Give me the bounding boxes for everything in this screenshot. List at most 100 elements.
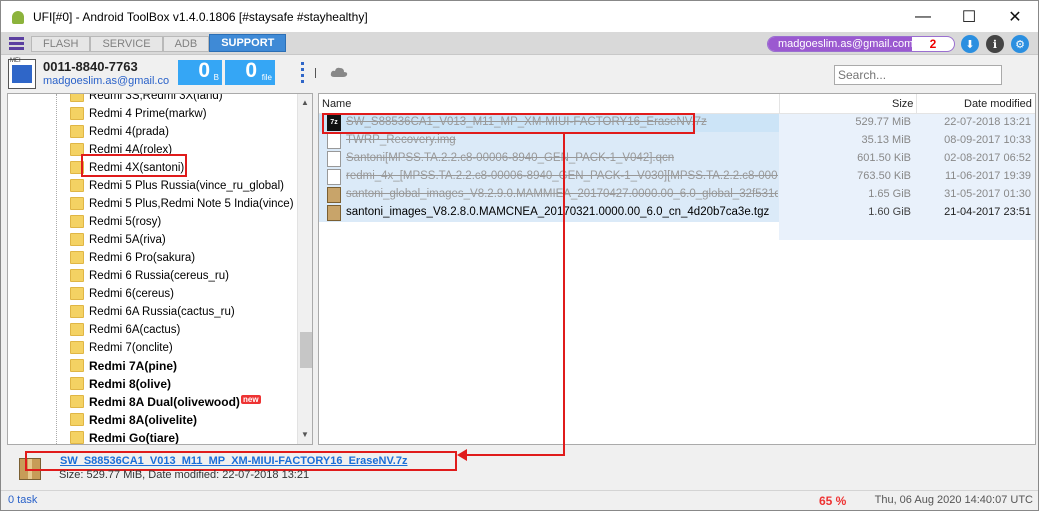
folder-icon [70,359,84,372]
more-options-icon[interactable] [301,62,305,86]
file-size: 529.77 MiB [855,116,911,128]
column-date[interactable]: Date modified [964,98,1032,110]
progress-percent: 65 % [819,494,847,508]
folder-icon [70,323,84,336]
scrollbar-thumb[interactable] [300,332,312,368]
list-header: Name Size Date modified [319,94,1035,114]
tree-item-label: Redmi 6 Pro(sakura) [89,252,196,264]
divider [315,68,316,78]
tree-item-label: Redmi 8(olive) [89,377,172,391]
device-tree: Redmi 3S,Redmi 3X(land) Redmi 4 Prime(mar… [7,93,313,445]
tree-item[interactable]: Redmi 5 Plus Russia(vince_ru_global) [8,177,296,195]
tree-item-label: Redmi 6A Russia(cactus_ru) [89,306,235,318]
tree-scrollbar[interactable]: ▲ ▼ [297,94,312,444]
maximize-button[interactable]: ☐ [946,1,992,32]
selected-file-name[interactable]: SW_S88536CA1_V013_M11_MP_XM-MIUI-FACTORY… [25,451,457,471]
highlight-box [322,113,695,134]
tree-item[interactable]: Redmi 6 Russia(cereus_ru) [8,267,296,285]
tab-service[interactable]: SERVICE [90,36,163,52]
folder-icon [70,197,84,210]
folder-icon [70,305,84,318]
close-button[interactable]: ✕ [992,1,1038,32]
scroll-down-icon[interactable]: ▼ [301,430,309,439]
account-pill[interactable]: madgoeslim.as@gmail.com 2 [767,36,955,52]
tree-item[interactable]: Redmi 3S,Redmi 3X(land) [8,93,296,105]
tree-item[interactable]: Redmi Go(tiare) [8,429,296,444]
task-count[interactable]: 0 task [8,494,37,506]
device-email: madgoeslim.as@gmail.co [43,75,170,87]
tree-item[interactable]: Redmi 5A(riva) [8,231,296,249]
tab-support[interactable]: SUPPORT [209,34,287,52]
tree-item-label: Redmi 7(onclite) [89,342,173,354]
package-icon [327,205,341,221]
tree-item[interactable]: Redmi 8A(olivelite) [8,411,296,429]
tree-item-label: Redmi 6 Russia(cereus_ru) [89,270,229,282]
minimize-button[interactable]: — [900,1,946,32]
folder-icon [70,179,84,192]
clock: Thu, 06 Aug 2020 14:40:07 UTC [874,494,1033,506]
tree-item[interactable]: Redmi 5 Plus,Redmi Note 5 India(vince) [8,195,296,213]
window-title: UFI[#0] - Android ToolBox v1.4.0.1806 [#… [33,9,368,24]
file-list: Name Size Date modified 7z SW_S88536CA1_V… [318,93,1036,445]
folder-icon [70,431,84,444]
tree-item[interactable]: Redmi 4(prada) [8,123,296,141]
file-size: 1.60 GiB [868,206,911,218]
tab-flash[interactable]: FLASH [31,36,91,52]
bytes-value: 0 [198,59,210,82]
search-input[interactable] [834,65,1002,85]
tab-adb[interactable]: ADB [162,36,210,52]
tree-item[interactable]: Redmi 8A Dual(olivewood) new [8,393,296,411]
file-row[interactable]: santoni_global_images_V8.2.9.0.MAMMIEA_2… [319,186,1035,204]
column-size[interactable]: Size [892,98,913,110]
file-row[interactable]: Santoni[MPSS.TA.2.2.c8-00006-8940_GEN_PA… [319,150,1035,168]
file-name: santoni_images_V8.2.8.0.MAMCNEA_20170321… [346,206,770,218]
tree-item[interactable]: Redmi 6(cereus) [8,285,296,303]
file-icon [327,133,341,149]
package-icon [327,187,341,203]
gear-icon[interactable]: ⚙ [1011,35,1029,53]
hamburger-menu-icon[interactable] [9,37,24,50]
folder-icon [70,413,84,426]
file-row[interactable]: santoni_images_V8.2.8.0.MAMCNEA_20170321… [319,204,1035,222]
file-date: 08-09-2017 10:33 [944,134,1031,146]
file-row[interactable]: redmi_4x_[MPSS.TA.2.2.c8-00006-8940_GEN_… [319,168,1035,186]
folder-icon [70,395,84,408]
file-icon [327,169,341,185]
file-date: 31-05-2017 01:30 [944,188,1031,200]
tree-item[interactable]: Redmi 7(onclite) [8,339,296,357]
device-info-bar: MEI 0011-8840-7763 madgoeslim.as@gmail.c… [1,56,1038,92]
files-value: 0 [245,59,257,82]
scroll-up-icon[interactable]: ▲ [301,98,309,107]
file-name: Santoni[MPSS.TA.2.2.c8-00006-8940_GEN_PA… [346,152,675,164]
file-size: 601.50 KiB [857,152,911,164]
status-bar: 0 task 65 % Thu, 06 Aug 2020 14:40:07 UT… [1,490,1038,510]
info-icon[interactable]: ℹ [986,35,1004,53]
tree-item[interactable]: Redmi 6A Russia(cactus_ru) [8,303,296,321]
tree-item-label: Redmi 3S,Redmi 3X(land) [89,93,223,102]
app-window: UFI[#0] - Android ToolBox v1.4.0.1806 [#… [0,0,1039,511]
cloud-icon[interactable] [330,66,348,78]
folder-icon [70,107,84,120]
tree-item[interactable]: Redmi 6A(cactus) [8,321,296,339]
tree-item[interactable]: Redmi 4 Prime(markw) [8,105,296,123]
column-name[interactable]: Name [322,98,351,110]
tree-item-label: Redmi 4(prada) [89,126,169,138]
title-bar: UFI[#0] - Android ToolBox v1.4.0.1806 [#… [1,1,1038,32]
tree-item[interactable]: Redmi 7A(pine) [8,357,296,375]
bytes-unit: B [213,73,219,82]
tree-item-label: Redmi 7A(pine) [89,359,178,373]
mode-tabs: FLASH SERVICE ADB SUPPORT [31,34,287,52]
file-name: TWRP_Recovery.img [346,134,456,146]
bytes-counter: 0 B [178,59,222,85]
selection-details: SW_S88536CA1_V013_M11_MP_XM-MIUI-FACTORY… [7,449,1036,489]
folder-icon [70,215,84,228]
tree-item[interactable]: Redmi 8(olive) [8,375,296,393]
tree-item[interactable]: Redmi 5(rosy) [8,213,296,231]
folder-icon [70,269,84,282]
file-row[interactable]: TWRP_Recovery.img 35.13 MiB 08-09-2017 10:… [319,132,1035,150]
tree-item[interactable]: Redmi 6 Pro(sakura) [8,249,296,267]
download-icon[interactable]: ⬇ [961,35,979,53]
tree-item-label: Redmi 4 Prime(markw) [89,108,207,120]
tree-item-label: Redmi 5(rosy) [89,216,162,228]
folder-icon [70,125,84,138]
